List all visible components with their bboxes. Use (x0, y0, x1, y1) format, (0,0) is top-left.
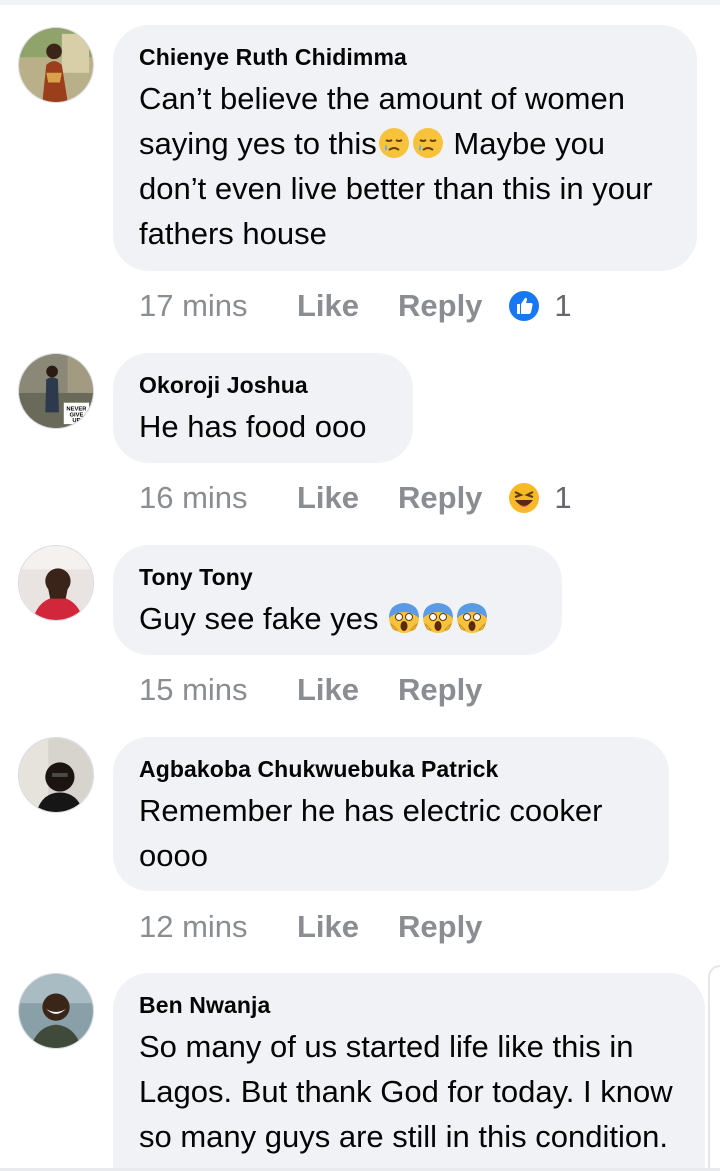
reaction-summary[interactable]: 1 (508, 480, 572, 516)
avatar[interactable] (18, 27, 94, 103)
reaction-count: 1 (554, 480, 572, 515)
top-divider (0, 0, 720, 5)
comment-actions: 17 mins Like Reply 1 (139, 284, 572, 328)
comment-timestamp[interactable]: 16 mins (139, 480, 297, 516)
reply-button[interactable]: Reply (398, 909, 482, 945)
comment-text-part: Guy see fake yes (139, 601, 379, 636)
comment-bubble[interactable]: Tony Tony Guy see fake yes (113, 545, 562, 655)
comment-author[interactable]: Tony Tony (139, 562, 536, 592)
comment-text: Remember he has electric cooker oooo (139, 793, 603, 873)
reply-button[interactable]: Reply (398, 480, 482, 516)
comment-text: Can’t believe the amount of women saying… (139, 76, 671, 256)
avatar[interactable] (18, 737, 94, 813)
like-button[interactable]: Like (297, 288, 398, 324)
comment-actions: 15 mins Like Reply (139, 668, 482, 712)
screaming-face-icon (457, 603, 488, 633)
comment-timestamp[interactable]: 15 mins (139, 672, 297, 708)
reaction-count: 1 (554, 288, 572, 323)
comment-bubble[interactable]: Ben Nwanja So many of us started life li… (113, 973, 705, 1171)
like-button[interactable]: Like (297, 672, 398, 708)
avatar[interactable] (18, 545, 94, 621)
screaming-face-icon (423, 603, 454, 633)
comment-text: Guy see fake yes (139, 596, 536, 641)
avatar[interactable]: NEVER GIVE UP (18, 353, 94, 429)
crying-face-icon (412, 128, 443, 158)
comment-author[interactable]: Chienye Ruth Chidimma (139, 42, 671, 72)
crying-face-icon (378, 128, 409, 158)
like-button[interactable]: Like (297, 909, 398, 945)
comment-timestamp[interactable]: 17 mins (139, 288, 297, 324)
comment-actions: 12 mins Like Reply (139, 905, 482, 949)
comment-bubble[interactable]: Agbakoba Chukwuebuka Patrick Remember he… (113, 737, 669, 891)
comment-author[interactable]: Agbakoba Chukwuebuka Patrick (139, 754, 643, 784)
comments-screen: Chienye Ruth Chidimma Can’t believe the … (0, 0, 720, 1171)
reaction-summary[interactable]: 1 (508, 288, 572, 324)
svg-text:UP: UP (72, 418, 80, 424)
comment-author[interactable]: Okoroji Joshua (139, 370, 387, 400)
comment-text: He has food ooo (139, 409, 367, 444)
reply-button[interactable]: Reply (398, 288, 482, 324)
screaming-face-icon (389, 603, 420, 633)
like-reaction-icon (509, 291, 540, 321)
comment-timestamp[interactable]: 12 mins (139, 909, 297, 945)
comment-bubble[interactable]: Chienye Ruth Chidimma Can’t believe the … (113, 25, 697, 271)
avatar[interactable] (18, 973, 94, 1049)
comment-text: So many of us started life like this in … (139, 1029, 673, 1171)
next-panel-edge (708, 965, 720, 1171)
comment-author[interactable]: Ben Nwanja (139, 990, 679, 1020)
comment-actions: 16 mins Like Reply 1 (139, 476, 572, 520)
haha-reaction-icon (509, 483, 540, 513)
comment-bubble[interactable]: Okoroji Joshua He has food ooo (113, 353, 413, 463)
reply-button[interactable]: Reply (398, 672, 482, 708)
like-button[interactable]: Like (297, 480, 398, 516)
